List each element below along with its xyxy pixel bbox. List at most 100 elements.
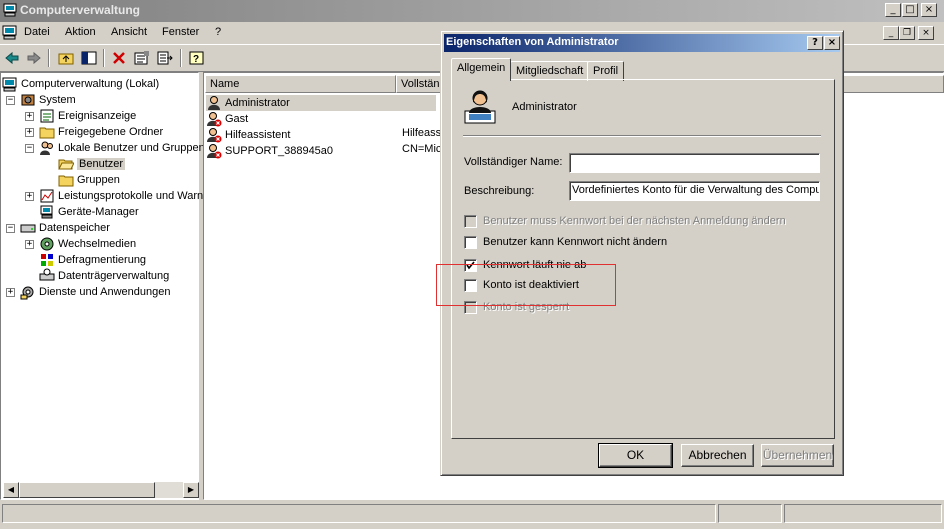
removable-storage-icon	[40, 237, 54, 251]
minimize-button[interactable]: _	[885, 3, 901, 17]
ok-button[interactable]: OK	[598, 443, 673, 468]
performance-logs-icon	[40, 189, 54, 203]
user-name: SUPPORT_388945a0	[225, 145, 334, 157]
table-row[interactable]: Administrator	[206, 95, 436, 111]
checkbox[interactable]	[464, 235, 477, 249]
menu-datei[interactable]: Datei	[24, 26, 50, 38]
tree-item-datentraegerverwaltung[interactable]: Datenträgerverwaltung	[39, 268, 169, 284]
tree-item-geraete-manager[interactable]: Geräte-Manager	[39, 204, 139, 220]
tree-item-ereignisanzeige[interactable]: Ereignisanzeige	[39, 108, 136, 124]
folder-icon	[58, 175, 74, 187]
tree-item-freigegebene-ordner[interactable]: Freigegebene Ordner	[39, 124, 163, 140]
menu-fenster[interactable]: Fenster	[162, 26, 199, 38]
checkbox-label: Konto ist gesperrt	[483, 301, 570, 313]
tab-mitgliedschaft[interactable]: Mitgliedschaft	[510, 61, 590, 81]
expand-toggle[interactable]: +	[6, 288, 15, 297]
delete-icon[interactable]	[108, 48, 130, 68]
checkbox[interactable]	[464, 278, 477, 292]
user-name: Hilfeassistent	[225, 129, 291, 141]
mdi-restore-button[interactable]: ❐	[899, 26, 915, 40]
tree-label: Dienste und Anwendungen	[39, 286, 171, 298]
show-hide-tree-icon[interactable]	[78, 48, 100, 68]
tree-label: Leistungsprotokolle und Warn	[58, 190, 204, 202]
expand-toggle[interactable]: +	[25, 112, 34, 121]
properties-icon[interactable]	[131, 48, 153, 68]
tree-horizontal-scrollbar[interactable]: ◀ ▶	[3, 482, 199, 498]
collapse-toggle[interactable]: −	[25, 144, 34, 153]
main-title-bar[interactable]: Computerverwaltung _ □ ×	[0, 0, 944, 22]
fullname-label: Vollständiger Name:	[464, 156, 563, 168]
expand-toggle[interactable]: +	[25, 128, 34, 137]
collapse-toggle[interactable]: −	[6, 224, 15, 233]
disk-management-icon	[39, 268, 55, 281]
up-folder-icon[interactable]	[55, 48, 77, 68]
scroll-left-button[interactable]: ◀	[3, 482, 19, 498]
checkbox-account-disabled[interactable]: Konto ist deaktiviert	[464, 278, 579, 292]
menu-help[interactable]: ?	[215, 26, 221, 38]
tab-allgemein[interactable]: Allgemein	[451, 58, 512, 81]
cancel-button[interactable]: Abbrechen	[681, 444, 754, 467]
back-arrow-icon[interactable]	[1, 48, 23, 68]
tree-label: Gruppen	[77, 174, 120, 186]
help-icon[interactable]: ?	[186, 48, 208, 68]
maximize-button[interactable]: □	[902, 3, 918, 17]
tree-item-wechselmedien[interactable]: Wechselmedien	[39, 236, 136, 252]
menu-aktion[interactable]: Aktion	[65, 26, 96, 38]
defrag-icon	[41, 254, 53, 266]
user-display-name: Administrator	[512, 101, 577, 113]
user-icon	[208, 96, 220, 110]
checkbox	[464, 214, 477, 228]
status-panel	[2, 504, 716, 523]
dialog-title: Eigenschaften von Administrator	[446, 36, 619, 48]
tree-item-dienste[interactable]: Dienste und Anwendungen	[20, 284, 171, 300]
tree-item-system[interactable]: System	[20, 92, 76, 108]
checkbox-checked[interactable]	[464, 258, 477, 272]
mdi-close-button[interactable]: ×	[918, 26, 934, 40]
description-field[interactable]: Vordefiniertes Konto für die Verwaltung …	[569, 181, 820, 201]
status-panel	[718, 504, 782, 523]
tree-item-benutzer[interactable]: Benutzer	[58, 156, 126, 172]
close-button[interactable]: ×	[921, 3, 937, 17]
services-icon	[20, 286, 34, 300]
console-tree[interactable]: Computerverwaltung (Lokal) − System + Er…	[0, 72, 205, 500]
tree-item-lokale-benutzer[interactable]: Lokale Benutzer und Gruppen	[39, 140, 205, 156]
fullname-field[interactable]	[569, 153, 820, 173]
disabled-user-icon	[207, 112, 222, 127]
checkbox-cannot-change-password[interactable]: Benutzer kann Kennwort nicht ändern	[464, 235, 667, 249]
window-title: Computerverwaltung	[20, 3, 141, 17]
collapse-toggle[interactable]: −	[6, 96, 15, 105]
tree-item-defragmentierung[interactable]: Defragmentierung	[39, 252, 146, 268]
checkbox-must-change-password: Benutzer muss Kennwort bei der nächsten …	[464, 214, 786, 228]
checkbox-label: Benutzer kann Kennwort nicht ändern	[483, 236, 668, 248]
dialog-title-bar[interactable]: Eigenschaften von Administrator ? ×	[444, 34, 840, 52]
computer-management-icon	[3, 3, 17, 17]
mdi-minimize-button[interactable]: _	[883, 26, 899, 40]
export-list-icon[interactable]	[154, 48, 176, 68]
user-name: Gast	[225, 113, 249, 125]
table-row[interactable]: Gast	[206, 111, 248, 127]
tab-profil[interactable]: Profil	[587, 61, 625, 81]
expand-toggle[interactable]: +	[25, 240, 34, 249]
dialog-close-button[interactable]: ×	[824, 36, 840, 50]
tree-item-gruppen[interactable]: Gruppen	[58, 172, 120, 188]
tree-label: Lokale Benutzer und Gruppen	[58, 142, 205, 154]
system-menu-icon[interactable]	[2, 25, 18, 40]
expand-toggle[interactable]: +	[25, 192, 34, 201]
apply-button[interactable]: Übernehmen	[761, 444, 834, 467]
help-button[interactable]: ?	[807, 36, 823, 50]
tree-label: Geräte-Manager	[58, 206, 139, 218]
tree-item-root[interactable]: Computerverwaltung (Lokal)	[2, 76, 159, 92]
folder-open-icon	[58, 159, 74, 170]
tree-item-datenspeicher[interactable]: Datenspeicher	[20, 220, 110, 236]
column-header-name[interactable]: Name	[205, 75, 396, 93]
storage-icon	[20, 224, 36, 233]
menu-ansicht[interactable]: Ansicht	[111, 26, 147, 38]
checkbox-account-locked: Konto ist gesperrt	[464, 300, 569, 314]
tree-item-leistungsprotokolle[interactable]: Leistungsprotokolle und Warn	[39, 188, 203, 204]
scroll-thumb[interactable]	[19, 482, 155, 498]
scroll-right-button[interactable]: ▶	[183, 482, 199, 498]
disabled-user-icon	[207, 144, 222, 159]
checkbox-password-never-expires[interactable]: Kennwort läuft nie ab	[464, 258, 586, 272]
tree-label-selected: Benutzer	[77, 158, 126, 170]
forward-arrow-icon[interactable]	[23, 48, 45, 68]
